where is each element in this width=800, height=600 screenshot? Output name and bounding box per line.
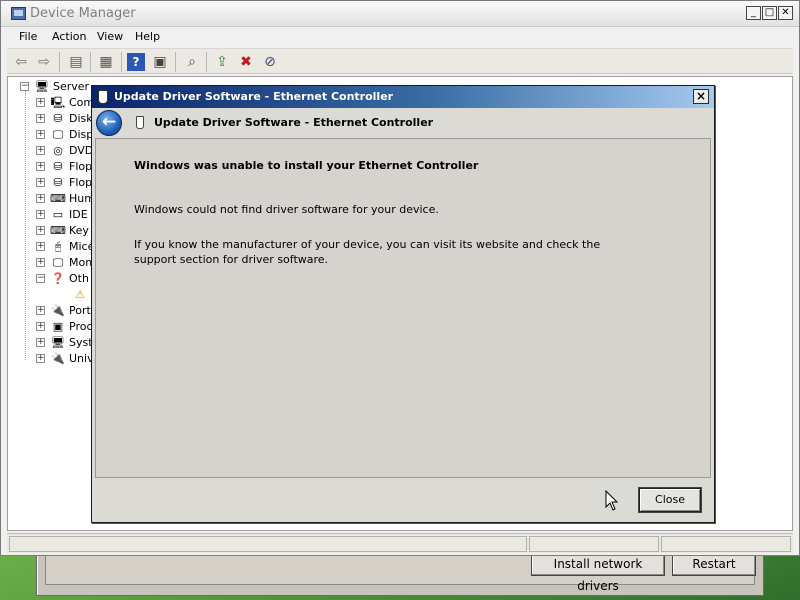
- expand-icon[interactable]: +: [36, 306, 45, 315]
- scan-hardware-icon[interactable]: ⌕: [183, 53, 201, 71]
- tree-node-label: Proc: [69, 320, 93, 333]
- tree-node-label: Mon: [69, 256, 93, 269]
- status-bar: [7, 533, 793, 553]
- device-category-icon: 🔌: [51, 304, 65, 317]
- action-icon[interactable]: ▣: [151, 53, 169, 71]
- dialog-body: Windows was unable to install your Ether…: [95, 138, 711, 478]
- tree-node-label: Disp: [69, 128, 94, 141]
- computer-icon: 🖥: [35, 80, 49, 93]
- forward-icon[interactable]: ⇨: [35, 53, 53, 71]
- collapse-icon[interactable]: −: [36, 274, 45, 283]
- help-icon[interactable]: ?: [127, 53, 145, 71]
- mouse-cursor-icon: [605, 490, 619, 511]
- dialog-footer: Close: [92, 478, 714, 522]
- expand-icon[interactable]: +: [36, 354, 45, 363]
- device-category-icon: ⛁: [53, 112, 63, 125]
- dialog-title: Update Driver Software - Ethernet Contro…: [114, 90, 394, 103]
- show-hide-icon[interactable]: ▤: [67, 53, 85, 71]
- tree-node-label: Key: [69, 224, 89, 237]
- tree-node-label: Syst: [69, 336, 93, 349]
- tree-node-label: IDE: [69, 208, 88, 221]
- expand-icon[interactable]: +: [36, 146, 45, 155]
- back-icon[interactable]: ⇦: [12, 53, 30, 71]
- expand-icon[interactable]: +: [36, 194, 45, 203]
- expand-icon[interactable]: +: [36, 130, 45, 139]
- dialog-header-title: Update Driver Software - Ethernet Contro…: [154, 116, 434, 129]
- expand-icon[interactable]: +: [36, 226, 45, 235]
- disable-icon[interactable]: ⊘: [261, 53, 279, 71]
- device-category-icon: ▭: [52, 208, 64, 221]
- expand-icon[interactable]: +: [36, 258, 45, 267]
- menu-file[interactable]: File: [19, 30, 37, 43]
- device-category-icon: ▣: [52, 320, 64, 333]
- tree-node-label: Disk: [69, 112, 93, 125]
- expand-icon[interactable]: +: [36, 114, 45, 123]
- tree-node-label: DVD: [69, 144, 94, 157]
- expand-icon[interactable]: +: [36, 162, 45, 171]
- toolbar: ⇦ ⇨ ▤ ▦ ? ▣ ⌕ ⇪ ✖ ⊘: [7, 48, 793, 74]
- menu-view[interactable]: View: [97, 30, 123, 43]
- expand-icon[interactable]: +: [36, 178, 45, 187]
- maximize-button[interactable]: □: [762, 6, 777, 20]
- device-category-icon: 🖥: [51, 336, 65, 349]
- dialog-close-icon[interactable]: ×: [693, 89, 709, 104]
- properties-icon[interactable]: ▦: [97, 53, 115, 71]
- warning-device-icon: ⚠: [75, 288, 85, 301]
- device-category-icon: ⛁: [53, 160, 63, 173]
- expand-icon[interactable]: +: [36, 242, 45, 251]
- device-manager-title: Device Manager: [30, 6, 136, 21]
- menu-action[interactable]: Action: [52, 30, 86, 43]
- back-arrow-icon[interactable]: ←: [96, 110, 122, 136]
- tree-node-label: Port: [69, 304, 91, 317]
- device-category-icon: ❓: [51, 272, 65, 285]
- help-message: If you know the manufacturer of your dev…: [134, 238, 601, 266]
- status-segment-3: [661, 536, 791, 552]
- update-driver-icon[interactable]: ⇪: [213, 53, 231, 71]
- expand-icon[interactable]: +: [36, 98, 45, 107]
- expand-icon[interactable]: +: [36, 338, 45, 347]
- expand-icon[interactable]: +: [36, 322, 45, 331]
- uninstall-icon[interactable]: ✖: [237, 53, 255, 71]
- dialog-header: ← Update Driver Software - Ethernet Cont…: [92, 108, 714, 138]
- error-message: Windows could not find driver software f…: [134, 203, 439, 216]
- status-segment-1: [9, 536, 527, 552]
- tree-node-label: Flop: [69, 176, 93, 189]
- device-category-icon: ⌨: [50, 192, 66, 205]
- device-category-icon: 🖵: [52, 128, 64, 141]
- device-category-icon: ⌨: [50, 224, 66, 237]
- device-category-icon: 🔌: [51, 352, 65, 365]
- tree-node-label: Flop: [69, 160, 93, 173]
- error-heading: Windows was unable to install your Ether…: [134, 159, 479, 172]
- dialog-titlebar: Update Driver Software - Ethernet Contro…: [92, 86, 714, 108]
- device-category-icon: ⛁: [53, 176, 63, 189]
- device-icon: [136, 116, 144, 129]
- minimize-button[interactable]: _: [746, 6, 761, 20]
- device-manager-icon: [11, 7, 26, 20]
- close-window-button[interactable]: ✕: [778, 6, 793, 20]
- collapse-icon[interactable]: −: [20, 82, 29, 91]
- usb-device-icon: [98, 90, 108, 104]
- menubar: File Action View Help: [1, 27, 799, 47]
- device-manager-titlebar: Device Manager _ □ ✕: [1, 1, 799, 27]
- status-segment-2: [529, 536, 659, 552]
- device-category-icon: 🖵: [52, 256, 64, 269]
- device-category-icon: 🖰: [54, 240, 62, 253]
- tree-node-label: Oth: [69, 272, 89, 285]
- menu-help[interactable]: Help: [135, 30, 160, 43]
- expand-icon[interactable]: +: [36, 210, 45, 219]
- update-driver-dialog: Update Driver Software - Ethernet Contro…: [91, 85, 715, 523]
- close-button[interactable]: Close: [639, 488, 701, 512]
- tree-node-label: Univ: [69, 352, 94, 365]
- device-category-icon: 🖳: [50, 96, 66, 109]
- device-category-icon: ◎: [53, 144, 63, 157]
